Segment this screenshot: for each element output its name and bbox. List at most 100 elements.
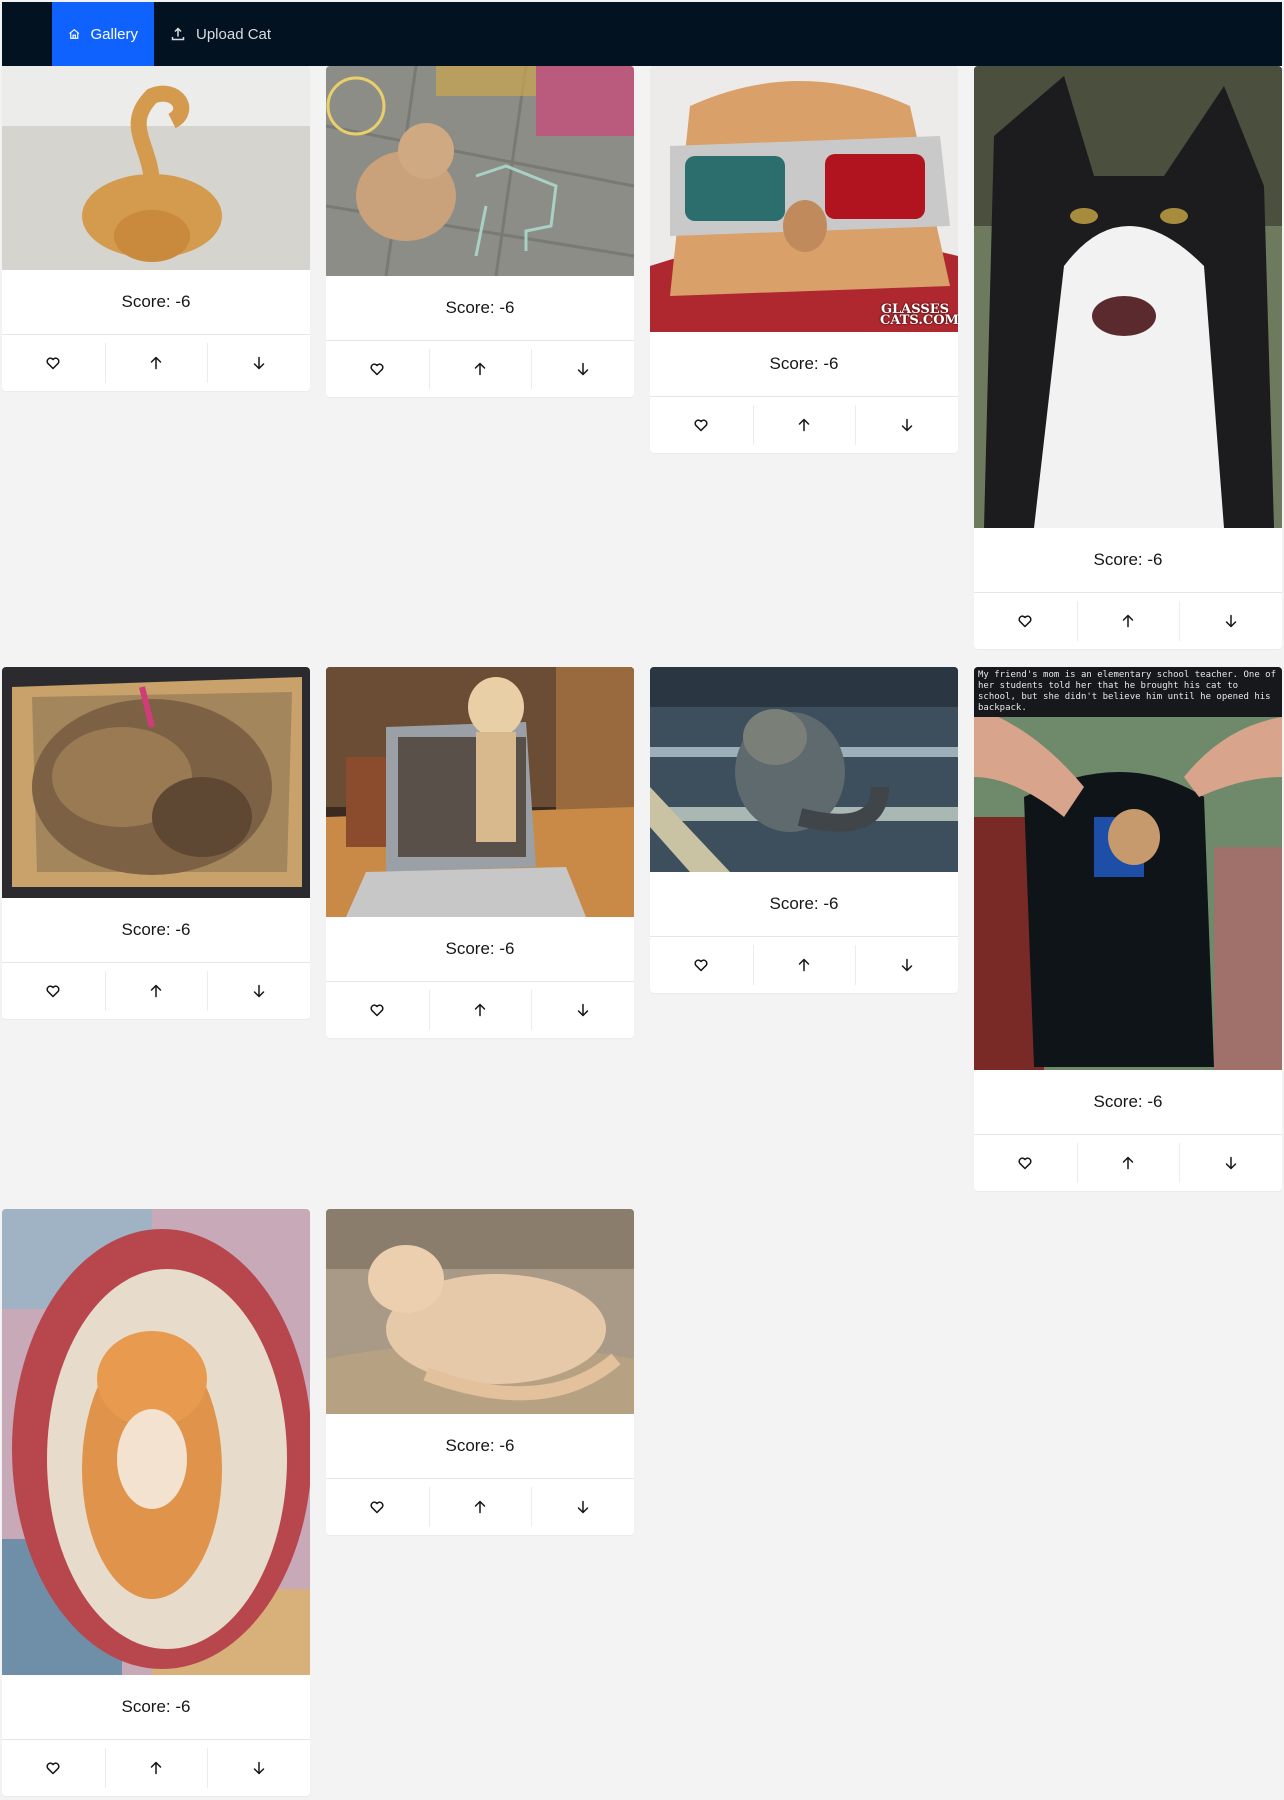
heart-icon (370, 363, 384, 376)
arrow-up-icon (1122, 1156, 1134, 1170)
arrow-up-icon (150, 1761, 162, 1775)
favorite-button[interactable] (2, 1740, 105, 1796)
heart-icon (694, 419, 708, 432)
cat-card: Score: -6 (326, 66, 634, 397)
score-label: Score: -6 (326, 276, 634, 341)
cat-card: Score: -6 (974, 66, 1282, 649)
cat-card: Score: -6 (2, 66, 310, 391)
arrow-down-icon (253, 984, 264, 998)
cat-photo (974, 66, 1282, 528)
nav-gallery-tab[interactable]: Gallery (52, 2, 154, 66)
upvote-button[interactable] (1076, 1135, 1180, 1191)
arrow-up-icon (474, 1003, 486, 1017)
score-label: Score: -6 (974, 528, 1282, 593)
downvote-button[interactable] (207, 963, 310, 1019)
score-label: Score: -6 (974, 1070, 1282, 1135)
cat-photo (2, 667, 310, 898)
favorite-button[interactable] (2, 963, 105, 1019)
cat-photo (650, 667, 958, 872)
upload-icon (171, 27, 185, 41)
arrow-down-icon (253, 356, 264, 370)
heart-icon (46, 1762, 60, 1775)
favorite-button[interactable] (974, 593, 1077, 649)
home-icon (69, 28, 80, 39)
nav-gallery-label: Gallery (90, 25, 138, 43)
top-navigation: Gallery Upload Cat (2, 2, 1282, 66)
favorite-button[interactable] (650, 397, 753, 453)
arrow-up-icon (150, 984, 162, 998)
downvote-button[interactable] (207, 335, 310, 391)
cat-card: Score: -6 (2, 667, 310, 1019)
arrow-down-icon (253, 1761, 264, 1775)
favorite-button[interactable] (326, 982, 429, 1038)
favorite-button[interactable] (974, 1135, 1077, 1191)
arrow-down-icon (577, 1003, 588, 1017)
card-actions (974, 1135, 1282, 1191)
card-actions (974, 593, 1282, 649)
cat-card: Score: -6 (326, 1209, 634, 1535)
heart-icon (46, 985, 60, 998)
downvote-button[interactable] (531, 1479, 634, 1535)
cat-card: GLASSES CATS.COM Score: -6 (650, 66, 958, 453)
downvote-button[interactable] (1179, 1135, 1282, 1191)
upvote-button[interactable] (428, 341, 532, 397)
upvote-button[interactable] (104, 963, 208, 1019)
cat-photo (326, 66, 634, 276)
heart-icon (46, 357, 60, 370)
favorite-button[interactable] (2, 335, 105, 391)
arrow-up-icon (798, 958, 810, 972)
arrow-down-icon (1225, 614, 1236, 628)
score-label: Score: -6 (650, 872, 958, 937)
arrow-down-icon (901, 958, 912, 972)
downvote-button[interactable] (1179, 593, 1282, 649)
arrow-up-icon (1122, 614, 1134, 628)
card-actions (2, 335, 310, 391)
downvote-button[interactable] (531, 982, 634, 1038)
arrow-down-icon (577, 1500, 588, 1514)
heart-icon (694, 959, 708, 972)
cat-photo (326, 667, 634, 917)
downvote-button[interactable] (855, 397, 958, 453)
cat-photo: GLASSES CATS.COM (650, 66, 958, 332)
cat-card: Score: -6 (650, 667, 958, 993)
card-actions (326, 1479, 634, 1535)
upvote-button[interactable] (104, 335, 208, 391)
cat-photo: My friend's mom is an elementary school … (974, 667, 1282, 1070)
favorite-button[interactable] (326, 1479, 429, 1535)
watermark: GLASSES CATS.COM (880, 302, 958, 328)
card-actions (2, 1740, 310, 1796)
arrow-up-icon (798, 418, 810, 432)
arrow-down-icon (1225, 1156, 1236, 1170)
arrow-down-icon (901, 418, 912, 432)
cat-photo (2, 1209, 310, 1675)
favorite-button[interactable] (326, 341, 429, 397)
downvote-button[interactable] (531, 341, 634, 397)
heart-icon (1018, 1157, 1032, 1170)
downvote-button[interactable] (855, 937, 958, 993)
nav-upload-tab[interactable]: Upload Cat (154, 2, 287, 66)
card-actions (326, 341, 634, 397)
downvote-button[interactable] (207, 1740, 310, 1796)
arrow-up-icon (150, 356, 162, 370)
favorite-button[interactable] (650, 937, 753, 993)
upvote-button[interactable] (752, 397, 856, 453)
cat-photo (326, 1209, 634, 1414)
heart-icon (370, 1501, 384, 1514)
upvote-button[interactable] (428, 1479, 532, 1535)
upvote-button[interactable] (1076, 593, 1180, 649)
arrow-down-icon (577, 362, 588, 376)
score-label: Score: -6 (2, 1675, 310, 1740)
cat-card: Score: -6 (326, 667, 634, 1038)
score-label: Score: -6 (2, 898, 310, 963)
upvote-button[interactable] (752, 937, 856, 993)
score-label: Score: -6 (326, 1414, 634, 1479)
upvote-button[interactable] (428, 982, 532, 1038)
meme-caption: My friend's mom is an elementary school … (974, 667, 1282, 717)
arrow-up-icon (474, 362, 486, 376)
card-actions (2, 963, 310, 1019)
arrow-up-icon (474, 1500, 486, 1514)
upvote-button[interactable] (104, 1740, 208, 1796)
score-label: Score: -6 (326, 917, 634, 982)
heart-icon (1018, 615, 1032, 628)
